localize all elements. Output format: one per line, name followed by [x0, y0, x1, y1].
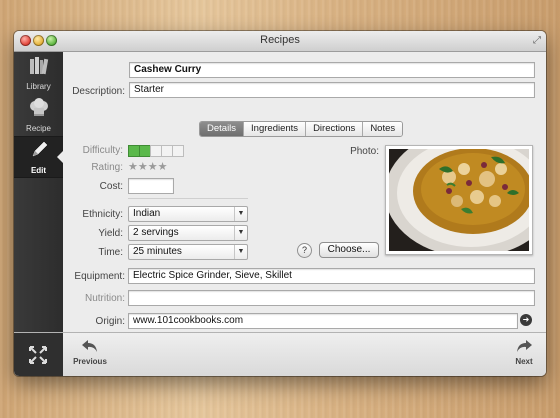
ethnicity-value: Indian — [133, 208, 161, 219]
sidebar-item-edit[interactable]: Edit — [14, 136, 64, 178]
chevron-down-icon: ▼ — [234, 245, 247, 259]
ethnicity-select[interactable]: Indian ▼ — [128, 206, 248, 222]
sidebar-item-label: Recipe — [26, 124, 51, 133]
origin-field[interactable]: www.101cookbooks.com — [128, 313, 518, 329]
next-button[interactable]: Next — [508, 339, 540, 366]
title-field[interactable]: Cashew Curry — [129, 62, 535, 78]
difficulty-control[interactable] — [128, 145, 184, 157]
choose-photo-button[interactable]: Choose... — [319, 242, 379, 258]
difficulty-segment[interactable] — [172, 145, 184, 157]
help-button[interactable]: ? — [297, 243, 312, 258]
forward-arrow-icon — [517, 340, 532, 352]
chef-hat-icon — [30, 98, 48, 116]
section-tabs: Details Ingredients Directions Notes — [199, 121, 404, 137]
open-link-button[interactable]: ➜ — [520, 314, 532, 326]
equipment-label: Equipment: — [74, 271, 125, 282]
rating-stars[interactable]: ★★★★ — [128, 160, 167, 173]
library-icon — [30, 57, 49, 75]
recipe-photo — [389, 149, 529, 251]
yield-label: Yield: — [98, 228, 123, 239]
sidebar-item-label: Library — [26, 82, 51, 91]
time-value: 25 minutes — [133, 246, 182, 257]
time-label: Time: — [98, 247, 123, 258]
fullscreen-icon[interactable]: ⤢ — [533, 35, 541, 46]
tab-directions[interactable]: Directions — [306, 122, 364, 136]
time-select[interactable]: 25 minutes ▼ — [128, 244, 248, 260]
description-field[interactable]: Starter — [129, 82, 535, 98]
sidebar-item-library[interactable]: Library — [14, 52, 63, 94]
sidebar-footer — [14, 333, 63, 376]
rating-label: Rating: — [91, 162, 123, 173]
back-arrow-icon — [82, 340, 97, 352]
nutrition-field[interactable] — [128, 290, 535, 306]
selection-pointer — [57, 150, 64, 164]
sidebar: Library Recipe Edit — [14, 52, 64, 332]
cost-field[interactable] — [128, 178, 174, 194]
photo-well[interactable] — [385, 145, 533, 255]
tab-details[interactable]: Details — [200, 122, 245, 136]
equipment-field[interactable]: Electric Spice Grinder, Sieve, Skillet — [128, 268, 535, 284]
description-label: Description: — [72, 86, 125, 97]
yield-value: 2 servings — [133, 227, 179, 238]
ethnicity-label: Ethnicity: — [82, 209, 123, 220]
chevron-down-icon: ▼ — [234, 226, 247, 240]
previous-button[interactable]: Previous — [71, 339, 109, 366]
tab-ingredients[interactable]: Ingredients — [244, 122, 307, 136]
chevron-down-icon: ▼ — [234, 207, 247, 221]
cost-label: Cost: — [99, 181, 123, 192]
sidebar-item-recipe[interactable]: Recipe — [14, 94, 63, 136]
difficulty-label: Difficulty: — [82, 145, 123, 156]
tab-notes[interactable]: Notes — [363, 122, 403, 136]
origin-label: Origin: — [95, 316, 125, 327]
next-label: Next — [515, 357, 533, 366]
recipes-window: Recipes ⤢ Library Recipe Edit Cashew Cur… — [14, 31, 546, 376]
title-bar: Recipes ⤢ — [14, 31, 546, 52]
photo-label: Photo: — [350, 146, 379, 157]
pencil-icon — [32, 141, 48, 157]
previous-label: Previous — [73, 357, 107, 366]
yield-select[interactable]: 2 servings ▼ — [128, 225, 248, 241]
window-title: Recipes — [260, 34, 300, 46]
divider — [128, 198, 248, 199]
nutrition-label: Nutrition: — [84, 293, 125, 304]
sidebar-item-label: Edit — [30, 166, 47, 175]
expand-icon[interactable] — [29, 346, 47, 364]
bottom-toolbar: Previous Next — [14, 332, 546, 376]
curry-bowl-image — [389, 149, 529, 251]
